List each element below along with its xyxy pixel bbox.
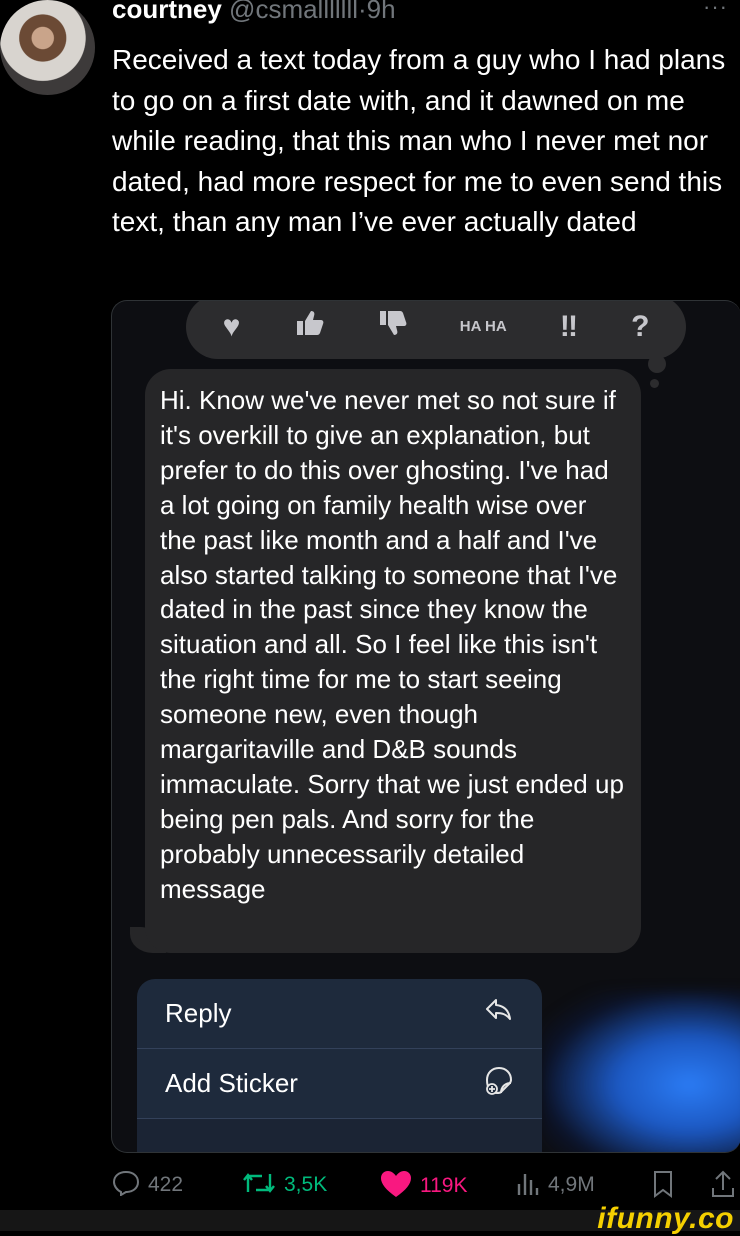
share-action[interactable] (710, 1170, 736, 1202)
thumbs-down-reaction-icon[interactable] (377, 309, 407, 345)
menu-item-reply[interactable]: Reply (137, 979, 542, 1049)
menu-more (137, 1119, 542, 1152)
haha-reaction-icon[interactable]: HA HA (460, 319, 507, 334)
avatar[interactable] (0, 0, 95, 95)
menu-item-label: Add Sticker (165, 1068, 298, 1098)
reply-action[interactable]: 422 (112, 1170, 183, 1200)
heart-icon (380, 1170, 412, 1202)
more-options-icon[interactable]: ··· (703, 0, 728, 20)
reply-arrow-icon (484, 997, 514, 1030)
reply-count: 422 (148, 1173, 184, 1196)
retweet-count: 3,5K (284, 1173, 328, 1196)
reaction-bar: ♥ HA HA ‼ ? (186, 301, 686, 359)
blurred-background-glow (542, 991, 740, 1152)
share-icon (710, 1170, 736, 1202)
reaction-tail-dot-small (650, 379, 659, 388)
reply-bubble-icon (112, 1170, 140, 1200)
tweet-text: Received a text today from a guy who I h… (112, 44, 726, 238)
thumbs-up-reaction-icon[interactable] (294, 309, 324, 345)
like-count: 119K (420, 1174, 468, 1197)
views-count: 4,9M (548, 1173, 595, 1196)
message-bubble[interactable]: Hi. Know we've never met so not sure if … (145, 369, 641, 953)
bookmark-action[interactable] (652, 1170, 674, 1202)
heart-reaction-icon[interactable]: ♥ (223, 310, 241, 344)
sticker-icon (484, 1065, 514, 1102)
menu-item-label: Reply (165, 998, 232, 1028)
retweet-action[interactable]: 3,5K (242, 1170, 327, 1200)
menu-item-add-sticker[interactable]: Add Sticker (137, 1049, 542, 1119)
timestamp[interactable]: 9h (367, 0, 396, 24)
analytics-bars-icon (516, 1170, 540, 1200)
separator: · (358, 0, 367, 24)
handle[interactable]: @csmalllllll (229, 0, 358, 24)
retweet-icon (242, 1170, 276, 1200)
like-action[interactable]: 119K (380, 1170, 468, 1202)
tweet-actions: 422 3,5K 119K 4,9M (112, 1166, 740, 1206)
tweet-header: courtney @csmalllllll·9h (112, 0, 396, 24)
context-menu: Reply Add Sticker (137, 979, 542, 1152)
display-name[interactable]: courtney (112, 0, 222, 24)
exclamation-reaction-icon[interactable]: ‼ (560, 310, 578, 344)
bookmark-icon (652, 1170, 674, 1202)
views-action[interactable]: 4,9M (516, 1170, 595, 1200)
attached-screenshot[interactable]: ♥ HA HA ‼ ? Hi. Know we've never met so … (111, 300, 740, 1153)
reaction-tail-dot (648, 355, 666, 373)
question-reaction-icon[interactable]: ? (631, 310, 649, 344)
